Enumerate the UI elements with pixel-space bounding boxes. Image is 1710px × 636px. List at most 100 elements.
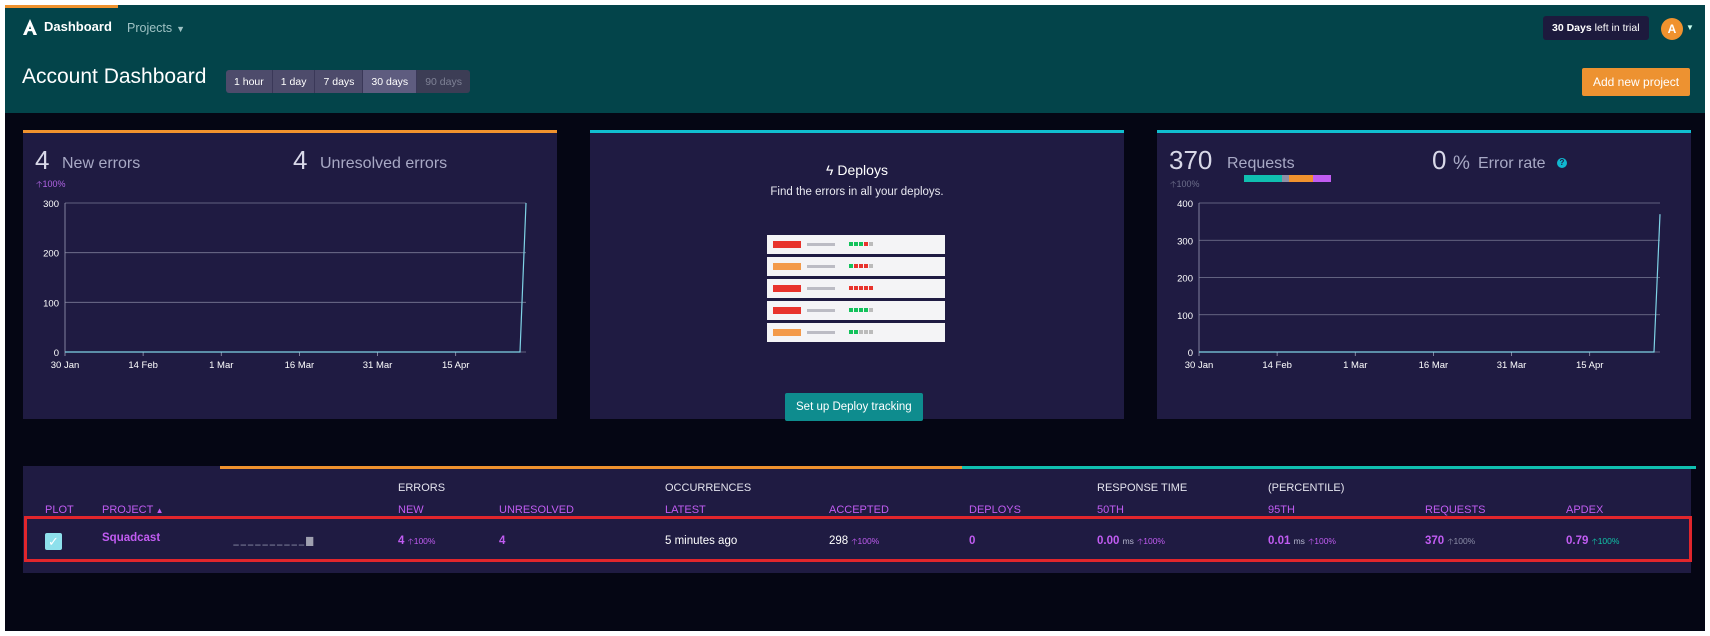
x-tick-label: 16 Mar: [285, 360, 315, 371]
col-header-accepted[interactable]: ACCEPTED: [829, 504, 889, 516]
deploy-status-dot: [859, 330, 863, 334]
time-range-30-days[interactable]: 30 days: [363, 70, 418, 93]
time-range-selector: 1 hour 1 day 7 days 30 days 90 days: [226, 70, 470, 93]
deploy-status-dot: [849, 286, 853, 290]
deploy-text-line: [807, 243, 835, 246]
avatar[interactable]: A: [1661, 18, 1683, 40]
x-tick-label: 1 Mar: [209, 360, 233, 371]
deploys-illustration: [767, 235, 945, 342]
deploy-severity: [773, 241, 801, 248]
deploy-status-dot: [854, 286, 858, 290]
chevron-down-icon: ▼: [176, 24, 186, 34]
sort-asc-icon: ▲: [153, 506, 164, 515]
y-tick-label: 200: [1177, 274, 1193, 285]
deploy-severity: [773, 263, 801, 270]
deploy-status-dot: [869, 308, 873, 312]
time-range-90-days: 90 days: [417, 70, 470, 93]
deploy-text-line: [807, 309, 835, 312]
group-header-errors: ERRORS: [398, 482, 446, 494]
series-line: [65, 202, 527, 353]
trial-days: 30 Days: [1552, 22, 1592, 34]
sparkline: [233, 536, 314, 546]
deploy-status-dot: [864, 308, 868, 312]
deploy-status-dot: [859, 264, 863, 268]
deploy-status-dot: [864, 242, 868, 246]
col-header-latest[interactable]: LATEST: [665, 504, 706, 516]
deploy-severity: [773, 329, 801, 336]
y-tick-label: 300: [43, 199, 59, 210]
col-header-project-label: PROJECT: [102, 504, 154, 516]
deploy-text-line: [807, 287, 835, 290]
time-range-1-day[interactable]: 1 day: [272, 70, 316, 93]
errors-chart[interactable]: 0 100 200 300 30 Jan 14 Feb 1 Mar 16 Mar 31 Mar 1…: [23, 130, 557, 419]
y-tick-label: 100: [43, 298, 59, 309]
time-range-1-hour[interactable]: 1 hour: [226, 70, 273, 93]
deploy-status-dot: [864, 330, 868, 334]
requests-panel: 370 Requests 🡡100% 0 % Error rate ? 0 100…: [1157, 130, 1691, 419]
lightning-icon: ϟ: [826, 162, 838, 178]
trial-badge[interactable]: 30 Days left in trial: [1543, 16, 1649, 40]
x-tick-label: 1 Mar: [1343, 360, 1367, 371]
col-header-apdex[interactable]: APDEX: [1566, 504, 1603, 516]
col-header-50th[interactable]: 50TH: [1097, 504, 1124, 516]
logo-icon[interactable]: [21, 18, 39, 36]
plot-checkbox[interactable]: ✓: [45, 533, 62, 550]
table-accent-bar: [220, 466, 962, 469]
x-tick-label: 14 Feb: [1262, 360, 1292, 371]
deploys-subtitle: Find the errors in all your deploys.: [770, 186, 944, 198]
y-tick-label: 400: [1177, 199, 1193, 210]
col-header-plot: PLOT: [45, 504, 74, 516]
deploy-status-dot: [859, 242, 863, 246]
deploy-status-dot: [849, 330, 853, 334]
requests-chart[interactable]: 0 100 200 300 400 30 Jan 14 Feb 1 Mar 16 Mar 31 M…: [1157, 130, 1691, 419]
nav-projects-dropdown[interactable]: Projects ▼: [127, 21, 185, 35]
deploy-severity: [773, 285, 801, 292]
deploy-status-dot: [849, 264, 853, 268]
active-nav-indicator: [5, 5, 118, 8]
deploy-text-line: [807, 331, 835, 334]
col-header-new[interactable]: NEW: [398, 504, 424, 516]
col-header-95th[interactable]: 95TH: [1268, 504, 1295, 516]
col-header-project[interactable]: PROJECT ▲: [102, 504, 163, 516]
avatar-chevron-down-icon[interactable]: ▼: [1686, 23, 1694, 32]
deploy-status-dot: [849, 242, 853, 246]
errors-panel: 4 New errors 🡡100% 4 Unresolved errors 0…: [23, 130, 557, 419]
x-tick-label: 30 Jan: [1185, 360, 1214, 371]
deploy-status-dot: [869, 330, 873, 334]
trial-suffix: left in trial: [1594, 22, 1640, 34]
deploy-severity: [773, 307, 801, 314]
setup-deploy-tracking-button[interactable]: Set up Deploy tracking: [785, 393, 923, 421]
x-tick-label: 30 Jan: [51, 360, 80, 371]
nav-projects-label: Projects: [127, 21, 173, 35]
deploy-status-dot: [854, 330, 858, 334]
deploys-title: ϟ Deploys: [590, 162, 1124, 178]
panel-accent-bar: [590, 130, 1124, 133]
x-tick-label: 15 Apr: [442, 360, 469, 371]
col-header-unresolved[interactable]: UNRESOLVED: [499, 504, 574, 516]
x-tick-label: 31 Mar: [363, 360, 393, 371]
deploy-status-dot: [854, 242, 858, 246]
table-accent-bar: [962, 466, 1696, 469]
y-tick-label: 200: [43, 249, 59, 260]
deploy-status-dot: [864, 286, 868, 290]
deploys-title-text: Deploys: [837, 162, 888, 178]
page-title: Account Dashboard: [22, 65, 207, 88]
col-header-deploys[interactable]: DEPLOYS: [969, 504, 1021, 516]
nav-dashboard[interactable]: Dashboard: [44, 19, 112, 34]
deploy-status-dot: [859, 308, 863, 312]
add-new-project-button[interactable]: Add new project: [1582, 68, 1691, 96]
x-tick-label: 16 Mar: [1419, 360, 1449, 371]
deploy-status-dot: [854, 264, 858, 268]
y-tick-label: 0: [54, 348, 59, 359]
series-line: [1199, 214, 1661, 353]
deploy-status-dot: [869, 242, 873, 246]
deploy-status-dot: [864, 264, 868, 268]
x-tick-label: 31 Mar: [1497, 360, 1527, 371]
col-header-requests[interactable]: REQUESTS: [1425, 504, 1486, 516]
x-tick-label: 14 Feb: [128, 360, 158, 371]
deploy-status-dot: [849, 308, 853, 312]
deploy-text-line: [807, 265, 835, 268]
top-bar: Dashboard Projects ▼ 30 Days left in tria…: [5, 5, 1705, 113]
time-range-7-days[interactable]: 7 days: [315, 70, 364, 93]
group-header-response-time: RESPONSE TIME: [1097, 482, 1188, 494]
